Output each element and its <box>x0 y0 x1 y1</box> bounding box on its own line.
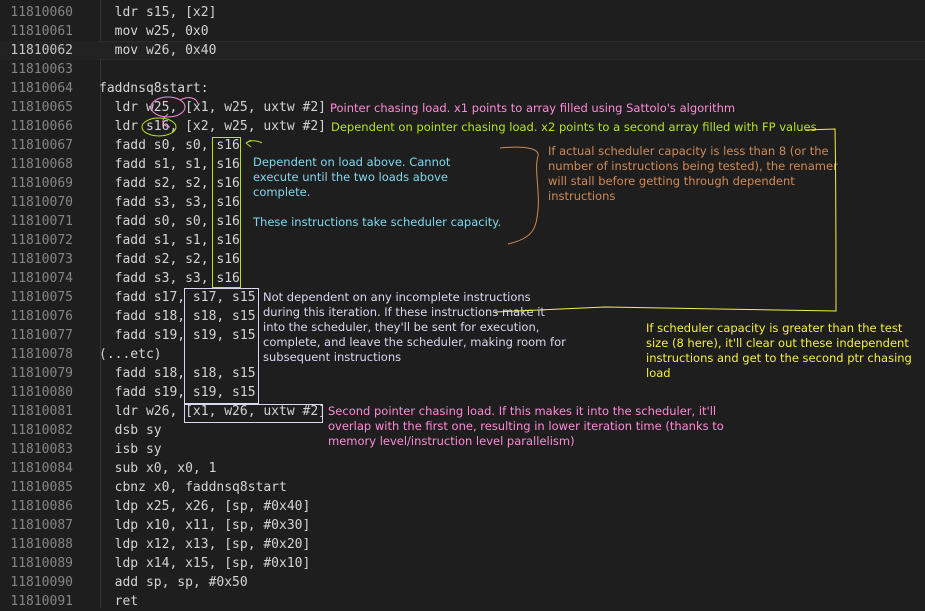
annotation-scheduler-capacity-greater: If scheduler capacity is greater than th… <box>646 321 912 380</box>
code-text[interactable]: isb sy <box>99 440 162 459</box>
line-number: 11810064 <box>10 81 73 96</box>
code-line[interactable]: 11810072 fadd s1, s1, s16 <box>0 231 925 250</box>
code-line[interactable]: 11810087 ldp x10, x11, [sp, #0x30] <box>0 516 925 535</box>
code-text[interactable]: mov w25, 0x0 <box>99 22 209 41</box>
line-number: 11810086 <box>10 499 73 514</box>
line-number: 11810071 <box>10 214 73 229</box>
line-number: 11810073 <box>10 252 73 267</box>
code-line[interactable]: 11810080 fadd s19, s19, s15 <box>0 383 925 402</box>
line-number: 11810081 <box>10 404 73 419</box>
line-number: 11810085 <box>10 480 73 495</box>
code-line[interactable]: 11810063 <box>0 60 925 79</box>
line-number: 11810091 <box>10 594 73 609</box>
annotation-pointer-chasing-load: Pointer chasing load. x1 points to array… <box>330 101 736 115</box>
line-number: 11810083 <box>10 442 73 457</box>
code-text[interactable]: fadd s18, s18, s15 <box>99 364 256 383</box>
code-text[interactable]: fadd s3, s3, s16 <box>99 193 240 212</box>
line-number: 11810068 <box>10 157 73 172</box>
line-number: 11810079 <box>10 366 73 381</box>
line-number: 11810060 <box>10 5 73 20</box>
code-text[interactable]: fadd s19, s19, s15 <box>99 383 256 402</box>
code-line[interactable]: 11810086 ldp x25, x26, [sp, #0x40] <box>0 497 925 516</box>
code-text[interactable]: mov w26, 0x40 <box>99 41 217 60</box>
code-line[interactable]: 11810090 add sp, sp, #0x50 <box>0 573 925 592</box>
code-line[interactable]: 11810073 fadd s2, s2, s16 <box>0 250 925 269</box>
code-line[interactable]: 11810091 ret <box>0 592 925 611</box>
annotation-scheduler-capacity-less: If actual scheduler capacity is less tha… <box>548 144 838 203</box>
code-line[interactable]: 11810062 mov w26, 0x40 <box>0 41 925 60</box>
line-number: 11810072 <box>10 233 73 248</box>
code-line[interactable]: 11810074 fadd s3, s3, s16 <box>0 269 925 288</box>
line-number: 11810075 <box>10 290 73 305</box>
line-number: 11810065 <box>10 100 73 115</box>
code-text[interactable]: sub x0, x0, 1 <box>99 459 217 478</box>
line-number: 11810063 <box>10 62 73 77</box>
line-number: 11810066 <box>10 119 73 134</box>
code-line[interactable]: 11810061 mov w25, 0x0 <box>0 22 925 41</box>
code-text[interactable]: cbnz x0, faddnsq8start <box>99 478 287 497</box>
code-text[interactable]: fadd s19, s19, s15 <box>99 326 256 345</box>
code-text[interactable]: fadd s1, s1, s16 <box>99 231 240 250</box>
code-text[interactable]: fadd s2, s2, s16 <box>99 174 240 193</box>
code-text[interactable]: fadd s3, s3, s16 <box>99 269 240 288</box>
code-line[interactable]: 11810089 ldp x14, x15, [sp, #0x10] <box>0 554 925 573</box>
code-line[interactable]: 11810064 faddnsq8start: <box>0 79 925 98</box>
code-text[interactable]: (...etc) <box>99 345 162 364</box>
code-text[interactable]: dsb sy <box>99 421 162 440</box>
line-number: 11810069 <box>10 176 73 191</box>
code-text[interactable]: fadd s0, s0, s16 <box>99 212 240 231</box>
line-number: 11810076 <box>10 309 73 324</box>
annotation-dependent-load: Dependent on pointer chasing load. x2 po… <box>331 120 817 134</box>
code-text[interactable]: ldp x12, x13, [sp, #0x20] <box>99 535 311 554</box>
code-text[interactable]: fadd s2, s2, s16 <box>99 250 240 269</box>
line-number: 11810070 <box>10 195 73 210</box>
code-text[interactable]: ldr w25, [x1, w25, uxtw #2] <box>99 98 326 117</box>
line-number: 11810084 <box>10 461 73 476</box>
line-number: 11810082 <box>10 423 73 438</box>
code-text[interactable]: ret <box>99 592 139 611</box>
code-text[interactable]: faddnsq8start: <box>99 79 209 98</box>
line-number: 11810090 <box>10 575 73 590</box>
line-number: 11810089 <box>10 556 73 571</box>
annotation-dependent-fadds: Dependent on load above. Cannot execute … <box>253 155 502 229</box>
line-number: 11810078 <box>10 347 73 362</box>
code-line[interactable]: 11810085 cbnz x0, faddnsq8start <box>0 478 925 497</box>
code-text[interactable]: fadd s18, s18, s15 <box>99 307 256 326</box>
code-text[interactable]: ldp x10, x11, [sp, #0x30] <box>99 516 311 535</box>
code-editor[interactable]: 11810060 ldr s15, [x2] 11810061 mov w25, … <box>0 0 925 611</box>
code-text[interactable]: ldr w26, [x1, w26, uxtw #2] <box>99 402 326 421</box>
code-text[interactable]: fadd s1, s1, s16 <box>99 155 240 174</box>
code-text[interactable]: fadd s0, s0, s16 <box>99 136 240 155</box>
line-number: 11810080 <box>10 385 73 400</box>
line-number: 11810088 <box>10 537 73 552</box>
code-text[interactable]: fadd s17, s17, s15 <box>99 288 256 307</box>
code-text[interactable]: ldr s15, [x2] <box>99 3 217 22</box>
code-text[interactable]: add sp, sp, #0x50 <box>99 573 248 592</box>
code-line[interactable]: 11810084 sub x0, x0, 1 <box>0 459 925 478</box>
line-number: 11810062 <box>10 43 73 58</box>
code-text[interactable]: ldr s16, [x2, w25, uxtw #2] <box>99 117 326 136</box>
line-number: 11810067 <box>10 138 73 153</box>
annotation-second-pointer-load: Second pointer chasing load. If this mak… <box>328 404 724 448</box>
code-text[interactable]: ldp x14, x15, [sp, #0x10] <box>99 554 311 573</box>
code-line[interactable]: 11810060 ldr s15, [x2] <box>0 3 925 22</box>
code-text[interactable]: ldp x25, x26, [sp, #0x40] <box>99 497 311 516</box>
code-line[interactable]: 11810088 ldp x12, x13, [sp, #0x20] <box>0 535 925 554</box>
line-number: 11810074 <box>10 271 73 286</box>
line-number: 11810061 <box>10 24 73 39</box>
annotation-independent-instructions: Not dependent on any incomplete instruct… <box>263 290 566 364</box>
line-number: 11810087 <box>10 518 73 533</box>
line-number: 11810077 <box>10 328 73 343</box>
